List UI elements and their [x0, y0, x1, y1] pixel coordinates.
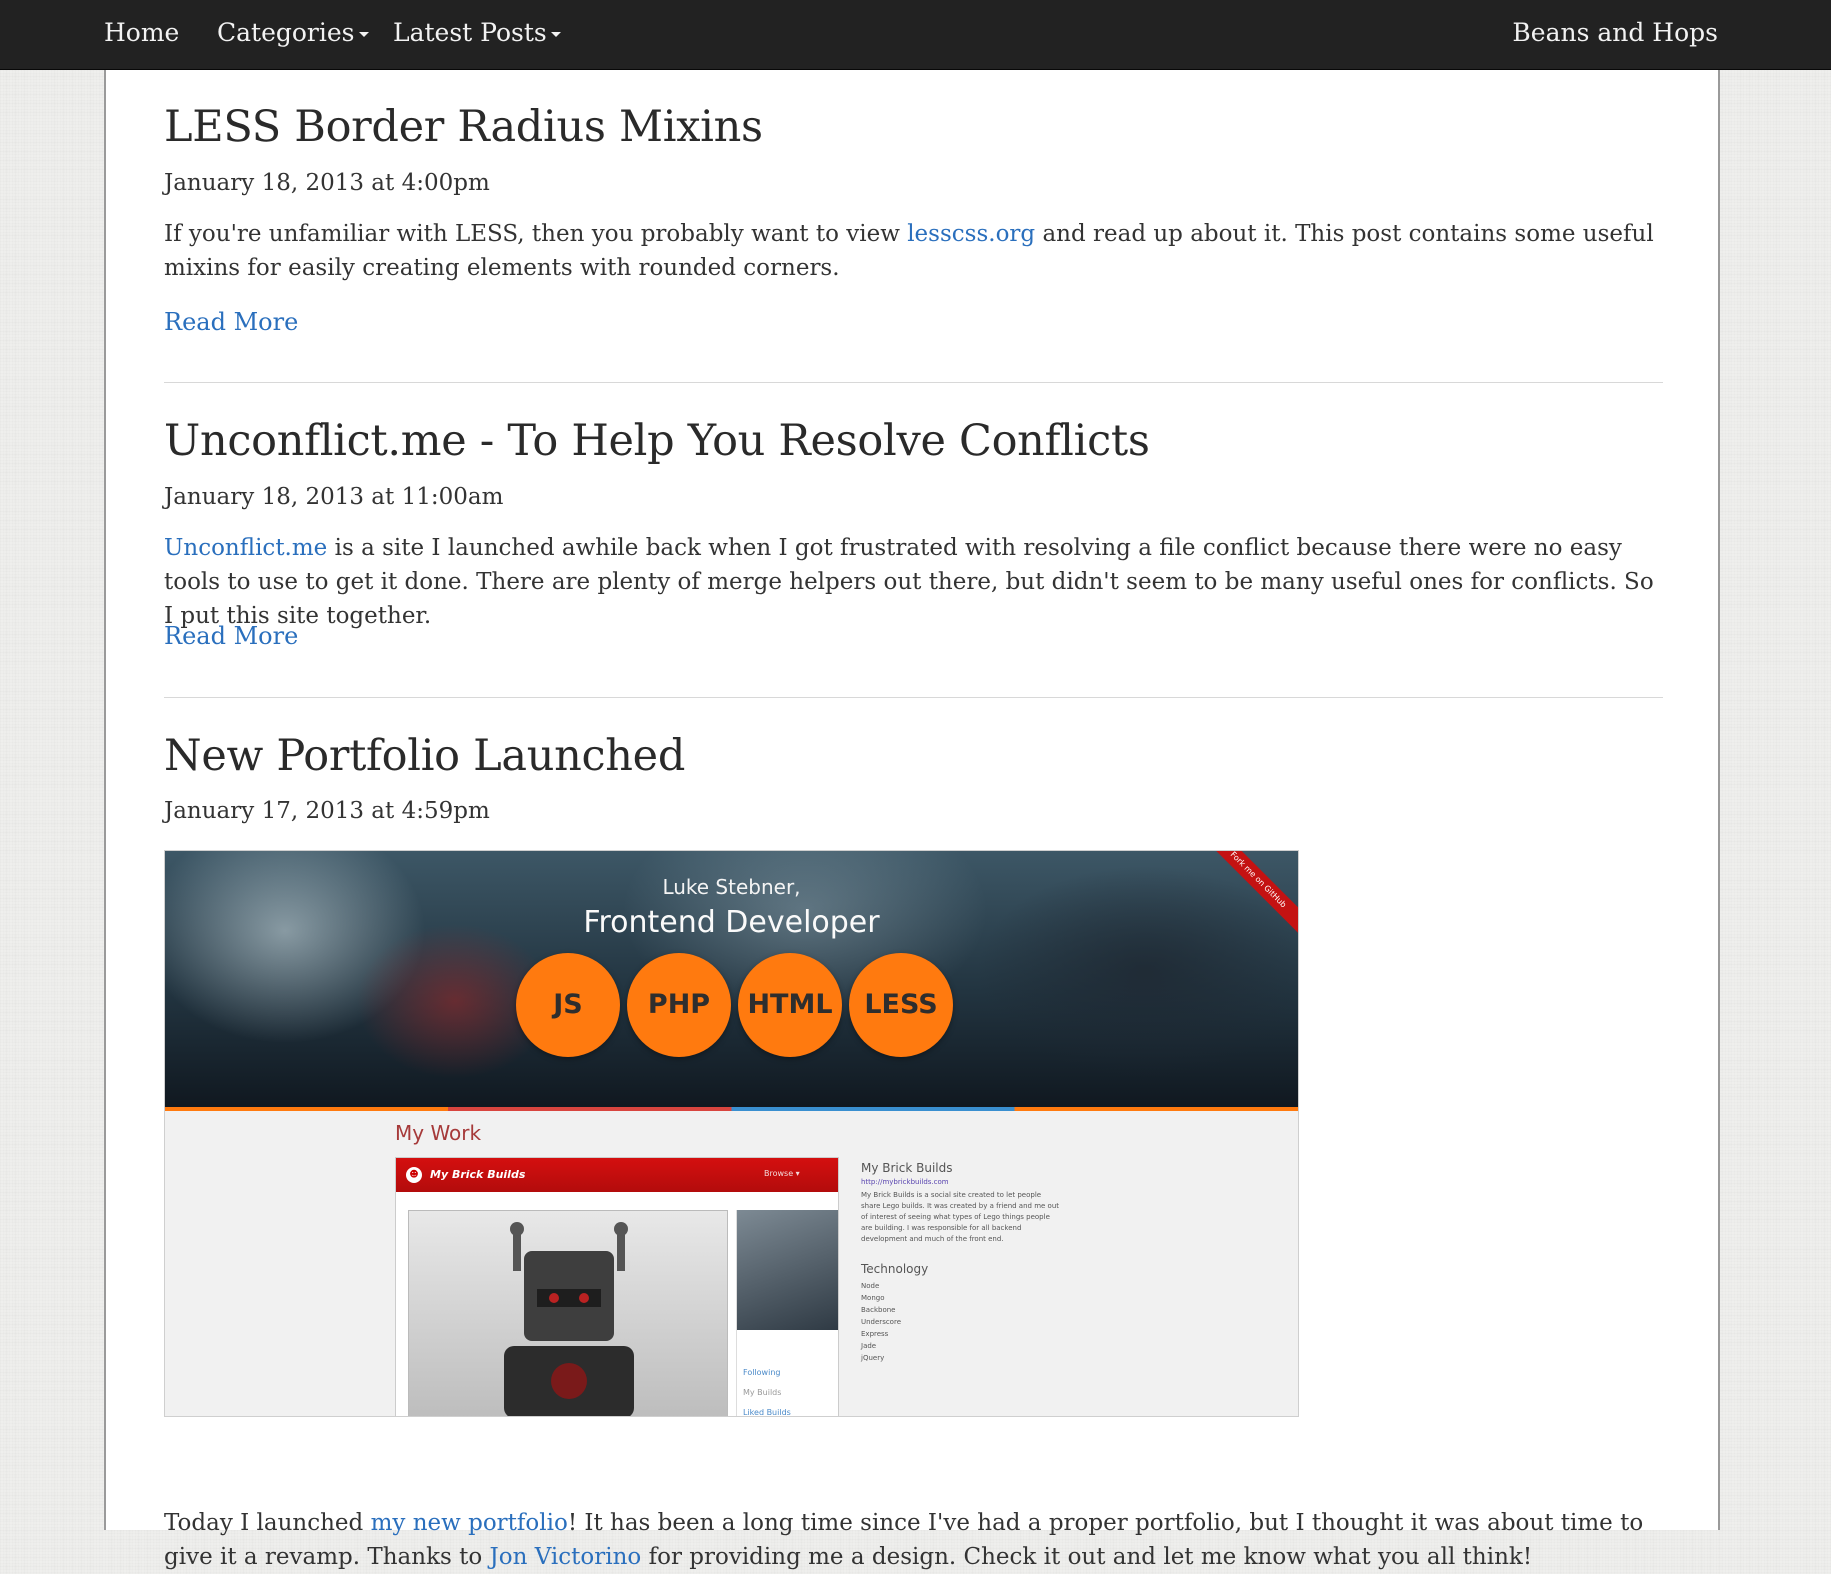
unconflict-link[interactable]: Unconflict.me	[164, 535, 327, 561]
caret-down-icon	[550, 32, 561, 37]
tech-item: Underscore	[861, 1318, 901, 1326]
portfolio-screenshot: Luke Stebner, Frontend Developer JS PHP …	[164, 850, 1299, 1417]
brick-builds-preview: ☻ My Brick Builds Browse ▾ Following My …	[395, 1157, 839, 1417]
portfolio-role: Frontend Developer	[583, 905, 880, 940]
tech-item: Express	[861, 1330, 889, 1338]
brand-link[interactable]: Beans and Hops	[1512, 0, 1718, 69]
side-link: My Builds	[743, 1388, 782, 1397]
tech-item: Jade	[861, 1342, 877, 1350]
nav-categories-dropdown[interactable]: Categories	[217, 0, 369, 69]
caret-down-icon	[358, 32, 369, 37]
lesscss-link[interactable]: lesscss.org	[907, 221, 1035, 247]
side-link: Following	[743, 1368, 781, 1377]
tech-list: Node Mongo Backbone Underscore Express J…	[861, 1280, 901, 1364]
tech-item: jQuery	[861, 1354, 885, 1362]
read-more-link[interactable]: Read More	[164, 308, 298, 336]
post-excerpt-text: If you're unfamiliar with LESS, then you…	[164, 221, 908, 247]
skill-bubble: HTML	[738, 953, 842, 1057]
nav-latest-posts-dropdown[interactable]: Latest Posts	[393, 0, 561, 69]
app-title: My Brick Builds	[430, 1168, 526, 1181]
post-excerpt-text: for providing me a design. Check it out …	[641, 1544, 1533, 1570]
nav-home-link[interactable]: Home	[104, 0, 179, 69]
skill-bubble: PHP	[627, 953, 731, 1057]
post-divider	[164, 697, 1663, 698]
brick-logo-icon: ☻	[406, 1167, 422, 1183]
app-browse-menu: Browse ▾	[764, 1169, 800, 1178]
detail-description: My Brick Builds is a social site created…	[861, 1191, 1060, 1243]
app-header-bar: ☻ My Brick Builds Browse ▾	[396, 1158, 838, 1192]
nav-categories-label: Categories	[217, 18, 355, 47]
zombie-thumbnail	[737, 1210, 838, 1330]
post-divider	[164, 382, 1663, 383]
color-strip	[165, 1107, 1298, 1111]
skill-bubble: JS	[516, 953, 620, 1057]
post-excerpt-text: is a site I launched awhile back when I …	[164, 535, 1654, 629]
jon-victorino-link[interactable]: Jon Victorino	[490, 1544, 642, 1570]
portfolio-name: Luke Stebner,	[662, 875, 801, 899]
tech-item: Node	[861, 1282, 880, 1290]
post-excerpt-text: Today I launched	[164, 1510, 371, 1536]
skill-bubble: LESS	[849, 953, 953, 1057]
post-date: January 18, 2013 at 11:00am	[164, 484, 504, 510]
post-excerpt: Unconflict.me is a site I launched awhil…	[164, 531, 1664, 633]
top-navbar: Home Categories Latest Posts Beans and H…	[0, 0, 1831, 70]
read-more-link[interactable]: Read More	[164, 622, 298, 650]
detail-url: http://mybrickbuilds.com	[861, 1178, 949, 1186]
post-excerpt: Today I launched my new portfolio! It ha…	[164, 1506, 1664, 1574]
portfolio-link[interactable]: my new portfolio	[371, 1510, 568, 1536]
tech-item: Backbone	[861, 1306, 896, 1314]
robot-figure-icon	[504, 1222, 634, 1416]
app-sidebar: Following My Builds Liked Builds	[736, 1210, 838, 1417]
post-title[interactable]: LESS Border Radius Mixins	[164, 102, 763, 152]
post-date: January 18, 2013 at 4:00pm	[164, 170, 490, 196]
post-title[interactable]: Unconflict.me - To Help You Resolve Conf…	[164, 416, 1150, 466]
post-date: January 17, 2013 at 4:59pm	[164, 798, 490, 824]
tech-item: Mongo	[861, 1294, 885, 1302]
post-title[interactable]: New Portfolio Launched	[164, 731, 685, 781]
side-link: Liked Builds	[743, 1408, 791, 1417]
tech-title: Technology	[861, 1262, 929, 1276]
content-container: LESS Border Radius Mixins January 18, 20…	[104, 70, 1720, 1570]
nav-latest-posts-label: Latest Posts	[393, 18, 547, 47]
portfolio-hero: Luke Stebner, Frontend Developer JS PHP …	[165, 851, 1298, 1107]
detail-title: My Brick Builds	[861, 1161, 953, 1175]
post-excerpt: If you're unfamiliar with LESS, then you…	[164, 217, 1664, 285]
lego-robot-photo	[408, 1210, 728, 1416]
my-work-heading: My Work	[395, 1121, 482, 1145]
